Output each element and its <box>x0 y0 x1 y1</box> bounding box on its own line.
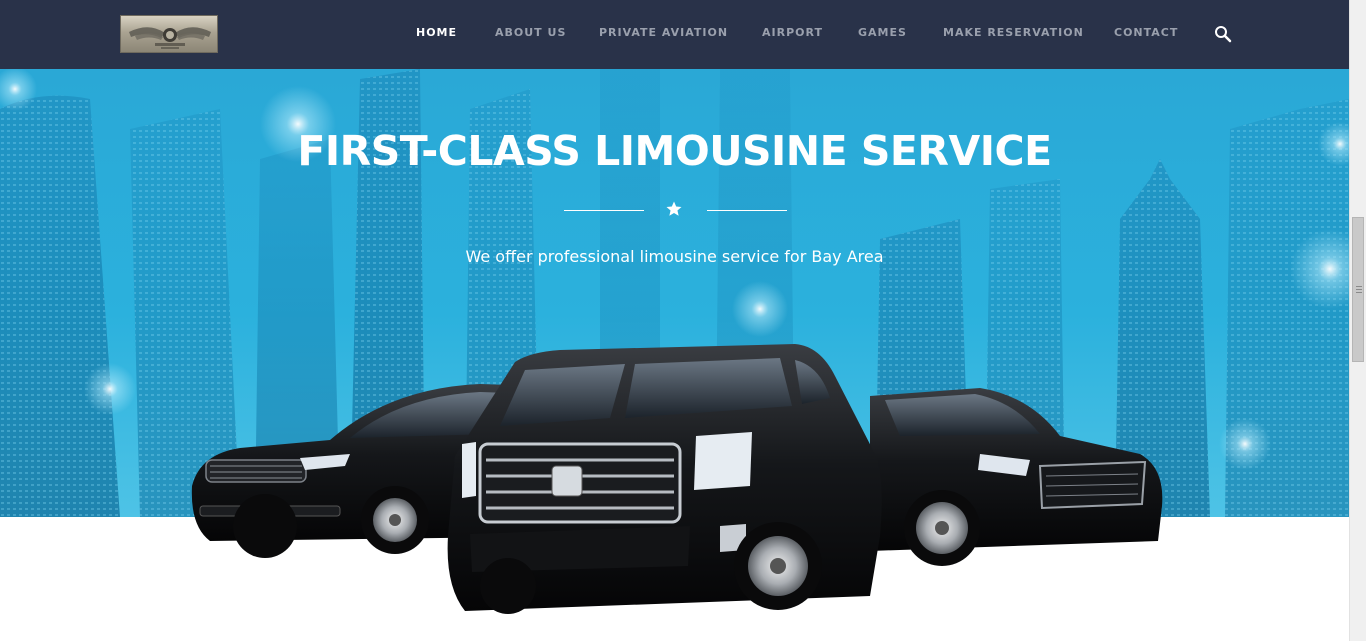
site-header: HOME ABOUT US PRIVATE AVIATION AIRPORT G… <box>0 0 1349 69</box>
right-sedan <box>870 388 1163 566</box>
limousine-fleet-image <box>191 344 1163 614</box>
page-scrollbar[interactable] <box>1349 0 1366 641</box>
hero-subtitle: We offer professional limousine service … <box>465 247 884 266</box>
center-suv <box>447 344 882 614</box>
scrollbar-thumb[interactable] <box>1352 217 1364 362</box>
scrollbar-grip-line <box>1356 292 1362 293</box>
winged-emblem-logo-icon <box>129 27 211 49</box>
nav-item-make-reservation[interactable]: MAKE RESERVATION <box>943 26 1084 40</box>
nav-item-private-aviation[interactable]: PRIVATE AVIATION <box>599 26 728 40</box>
divider-line-right <box>707 210 787 211</box>
nav-item-contact[interactable]: CONTACT <box>1114 26 1178 40</box>
hero-title: FIRST-CLASS LIMOUSINE SERVICE <box>297 127 1052 175</box>
nav-item-games[interactable]: GAMES <box>858 26 907 40</box>
scrollbar-grip-line <box>1356 286 1362 287</box>
nav-item-airport[interactable]: AIRPORT <box>762 26 823 40</box>
nav-item-about-us[interactable]: ABOUT US <box>495 26 566 40</box>
star-icon <box>666 201 682 216</box>
logo[interactable] <box>120 15 218 53</box>
nav-item-home[interactable]: HOME <box>416 26 457 40</box>
divider-line-left <box>564 210 644 211</box>
search-icon[interactable] <box>1214 25 1232 43</box>
scrollbar-grip-line <box>1356 289 1362 290</box>
